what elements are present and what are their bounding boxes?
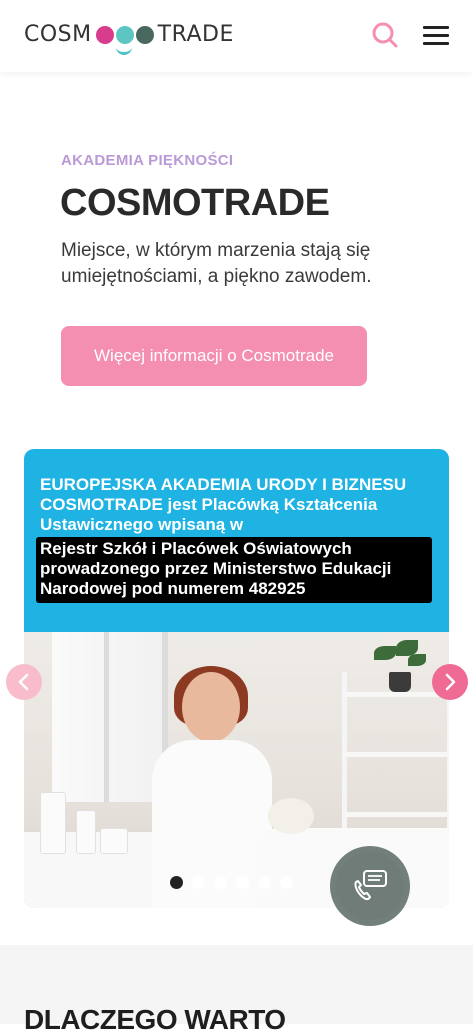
cosmotrade-logo[interactable]: COSM TRADE bbox=[24, 22, 234, 55]
slide-text-secondary: Rejestr Szkół i Placówek Oświatowych pro… bbox=[40, 539, 392, 598]
hero-description: Miejsce, w którym marzenia stają się umi… bbox=[61, 240, 372, 287]
logo-text-left: COSM bbox=[24, 22, 92, 47]
slide-banner: EUROPEJSKA AKADEMIA URODY I BIZNESU COSM… bbox=[24, 449, 449, 632]
chat-phone-icon bbox=[354, 870, 387, 901]
slider-dot[interactable] bbox=[170, 876, 183, 889]
more-info-button[interactable]: Więcej informacji o Cosmotrade bbox=[61, 326, 367, 386]
slide-text-box: Rejestr Szkół i Placówek Oświatowych pro… bbox=[36, 537, 432, 603]
image-slider: EUROPEJSKA AKADEMIA URODY I BIZNESU COSM… bbox=[24, 449, 449, 908]
hero-title: COSMOTRADE bbox=[60, 182, 330, 224]
slider-next-button[interactable] bbox=[432, 664, 468, 700]
slider-dot[interactable] bbox=[280, 876, 293, 889]
slider-dots bbox=[170, 876, 293, 889]
slider-dot[interactable] bbox=[214, 876, 227, 889]
chevron-left-icon bbox=[18, 673, 29, 691]
plant-icon bbox=[389, 672, 411, 692]
slider-dot[interactable] bbox=[236, 876, 249, 889]
hamburger-menu-icon[interactable] bbox=[423, 26, 449, 46]
slider-dot[interactable] bbox=[258, 876, 271, 889]
chat-button[interactable] bbox=[330, 846, 410, 926]
site-header: COSM TRADE bbox=[0, 0, 473, 72]
slide-text-primary: EUROPEJSKA AKADEMIA URODY I BIZNESU COSM… bbox=[40, 475, 407, 534]
photo-window bbox=[52, 632, 168, 802]
logo-circles bbox=[95, 25, 154, 55]
logo-text-right: TRADE bbox=[157, 22, 234, 47]
hero-subtitle: AKADEMIA PIĘKNOŚCI bbox=[61, 152, 234, 169]
slider-prev-button[interactable] bbox=[6, 664, 42, 700]
slider-dot[interactable] bbox=[192, 876, 205, 889]
search-icon[interactable] bbox=[372, 22, 398, 48]
why-heading: DLACZEGO WARTO bbox=[24, 1004, 286, 1035]
chevron-right-icon bbox=[445, 673, 456, 691]
